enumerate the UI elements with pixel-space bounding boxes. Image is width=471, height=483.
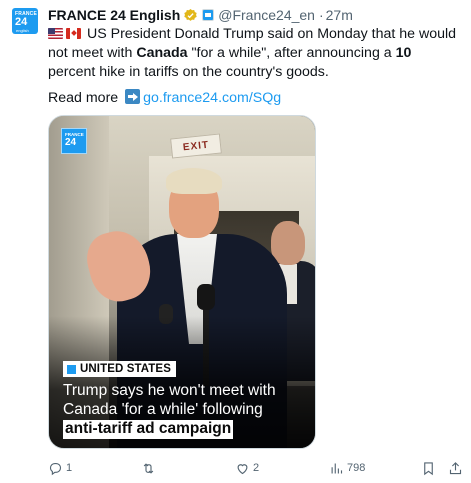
- bookmark-icon: [424, 461, 433, 475]
- display-name[interactable]: FRANCE 24 English: [48, 7, 180, 23]
- bookmark-button[interactable]: [421, 458, 436, 478]
- media-speaker-hair: [166, 168, 222, 194]
- category-tag: UNITED STATES: [63, 361, 176, 377]
- like-count: 2: [253, 462, 260, 474]
- france24-logo: FRANCE 24: [61, 128, 87, 154]
- repost-icon: [143, 462, 154, 474]
- views-chart-icon: [331, 463, 343, 473]
- reply-icon: [49, 462, 62, 475]
- tweet[interactable]: FRANCE 24 english FRANCE 24 English @Fra…: [0, 0, 471, 483]
- action-bar: 1 2 798: [48, 458, 464, 478]
- category-tag-label: UNITED STATES: [80, 363, 171, 375]
- share-button[interactable]: [448, 458, 463, 478]
- france24-logo-number: 24: [65, 137, 77, 148]
- tweet-text-part2: "for a while", after announcing a: [187, 45, 396, 61]
- tweet-text-part3: percent hike in tariffs on the country's…: [48, 64, 329, 80]
- reply-button[interactable]: 1: [48, 458, 72, 478]
- media-person-right-head: [271, 221, 305, 265]
- us-flag-icon: [48, 28, 63, 39]
- read-more-line: Read more go.france24.com/SQg: [48, 89, 281, 108]
- views-button[interactable]: 798: [329, 458, 365, 478]
- headline-line-2: Canada 'for a while' following: [63, 400, 263, 418]
- affiliate-badge-icon[interactable]: [202, 9, 215, 21]
- share-icon: [449, 461, 462, 474]
- tweet-text-canada: Canada: [136, 45, 188, 61]
- timestamp[interactable]: 27m: [326, 7, 353, 23]
- views-count: 798: [347, 462, 366, 474]
- canada-flag-icon: [66, 28, 81, 39]
- tweet-text-ten: 10: [395, 45, 412, 61]
- heart-icon: [237, 463, 248, 474]
- headline-line-3: anti-tariff ad campaign: [63, 420, 234, 439]
- article-link[interactable]: go.france24.com/SQg: [143, 90, 281, 106]
- media-microphone: [197, 284, 215, 310]
- separator-dot: ·: [318, 7, 324, 23]
- repost-button[interactable]: [141, 458, 159, 478]
- tag-square-icon: [67, 364, 76, 374]
- avatar-text-bottom: english: [16, 28, 29, 33]
- media-image[interactable]: EXIT FRANCE 24 UNITED STATES Trump says …: [48, 115, 316, 449]
- avatar[interactable]: FRANCE 24 english: [12, 8, 38, 34]
- gold-verified-icon: [184, 8, 197, 21]
- right-arrow-icon: [125, 89, 141, 104]
- reply-count: 1: [66, 462, 73, 474]
- read-more-label: Read more: [48, 90, 119, 106]
- handle[interactable]: @France24_en: [218, 7, 315, 23]
- like-button[interactable]: 2: [235, 458, 259, 478]
- tweet-text: US President Donald Trump said on Monday…: [48, 25, 460, 82]
- avatar-text-number: 24: [15, 16, 28, 28]
- headline-line-1: Trump says he won't meet with: [63, 382, 276, 399]
- media-headline: Trump says he won't meet with Canada 'fo…: [63, 382, 313, 439]
- tweet-header: FRANCE 24 English @France24_en · 27m: [48, 6, 353, 24]
